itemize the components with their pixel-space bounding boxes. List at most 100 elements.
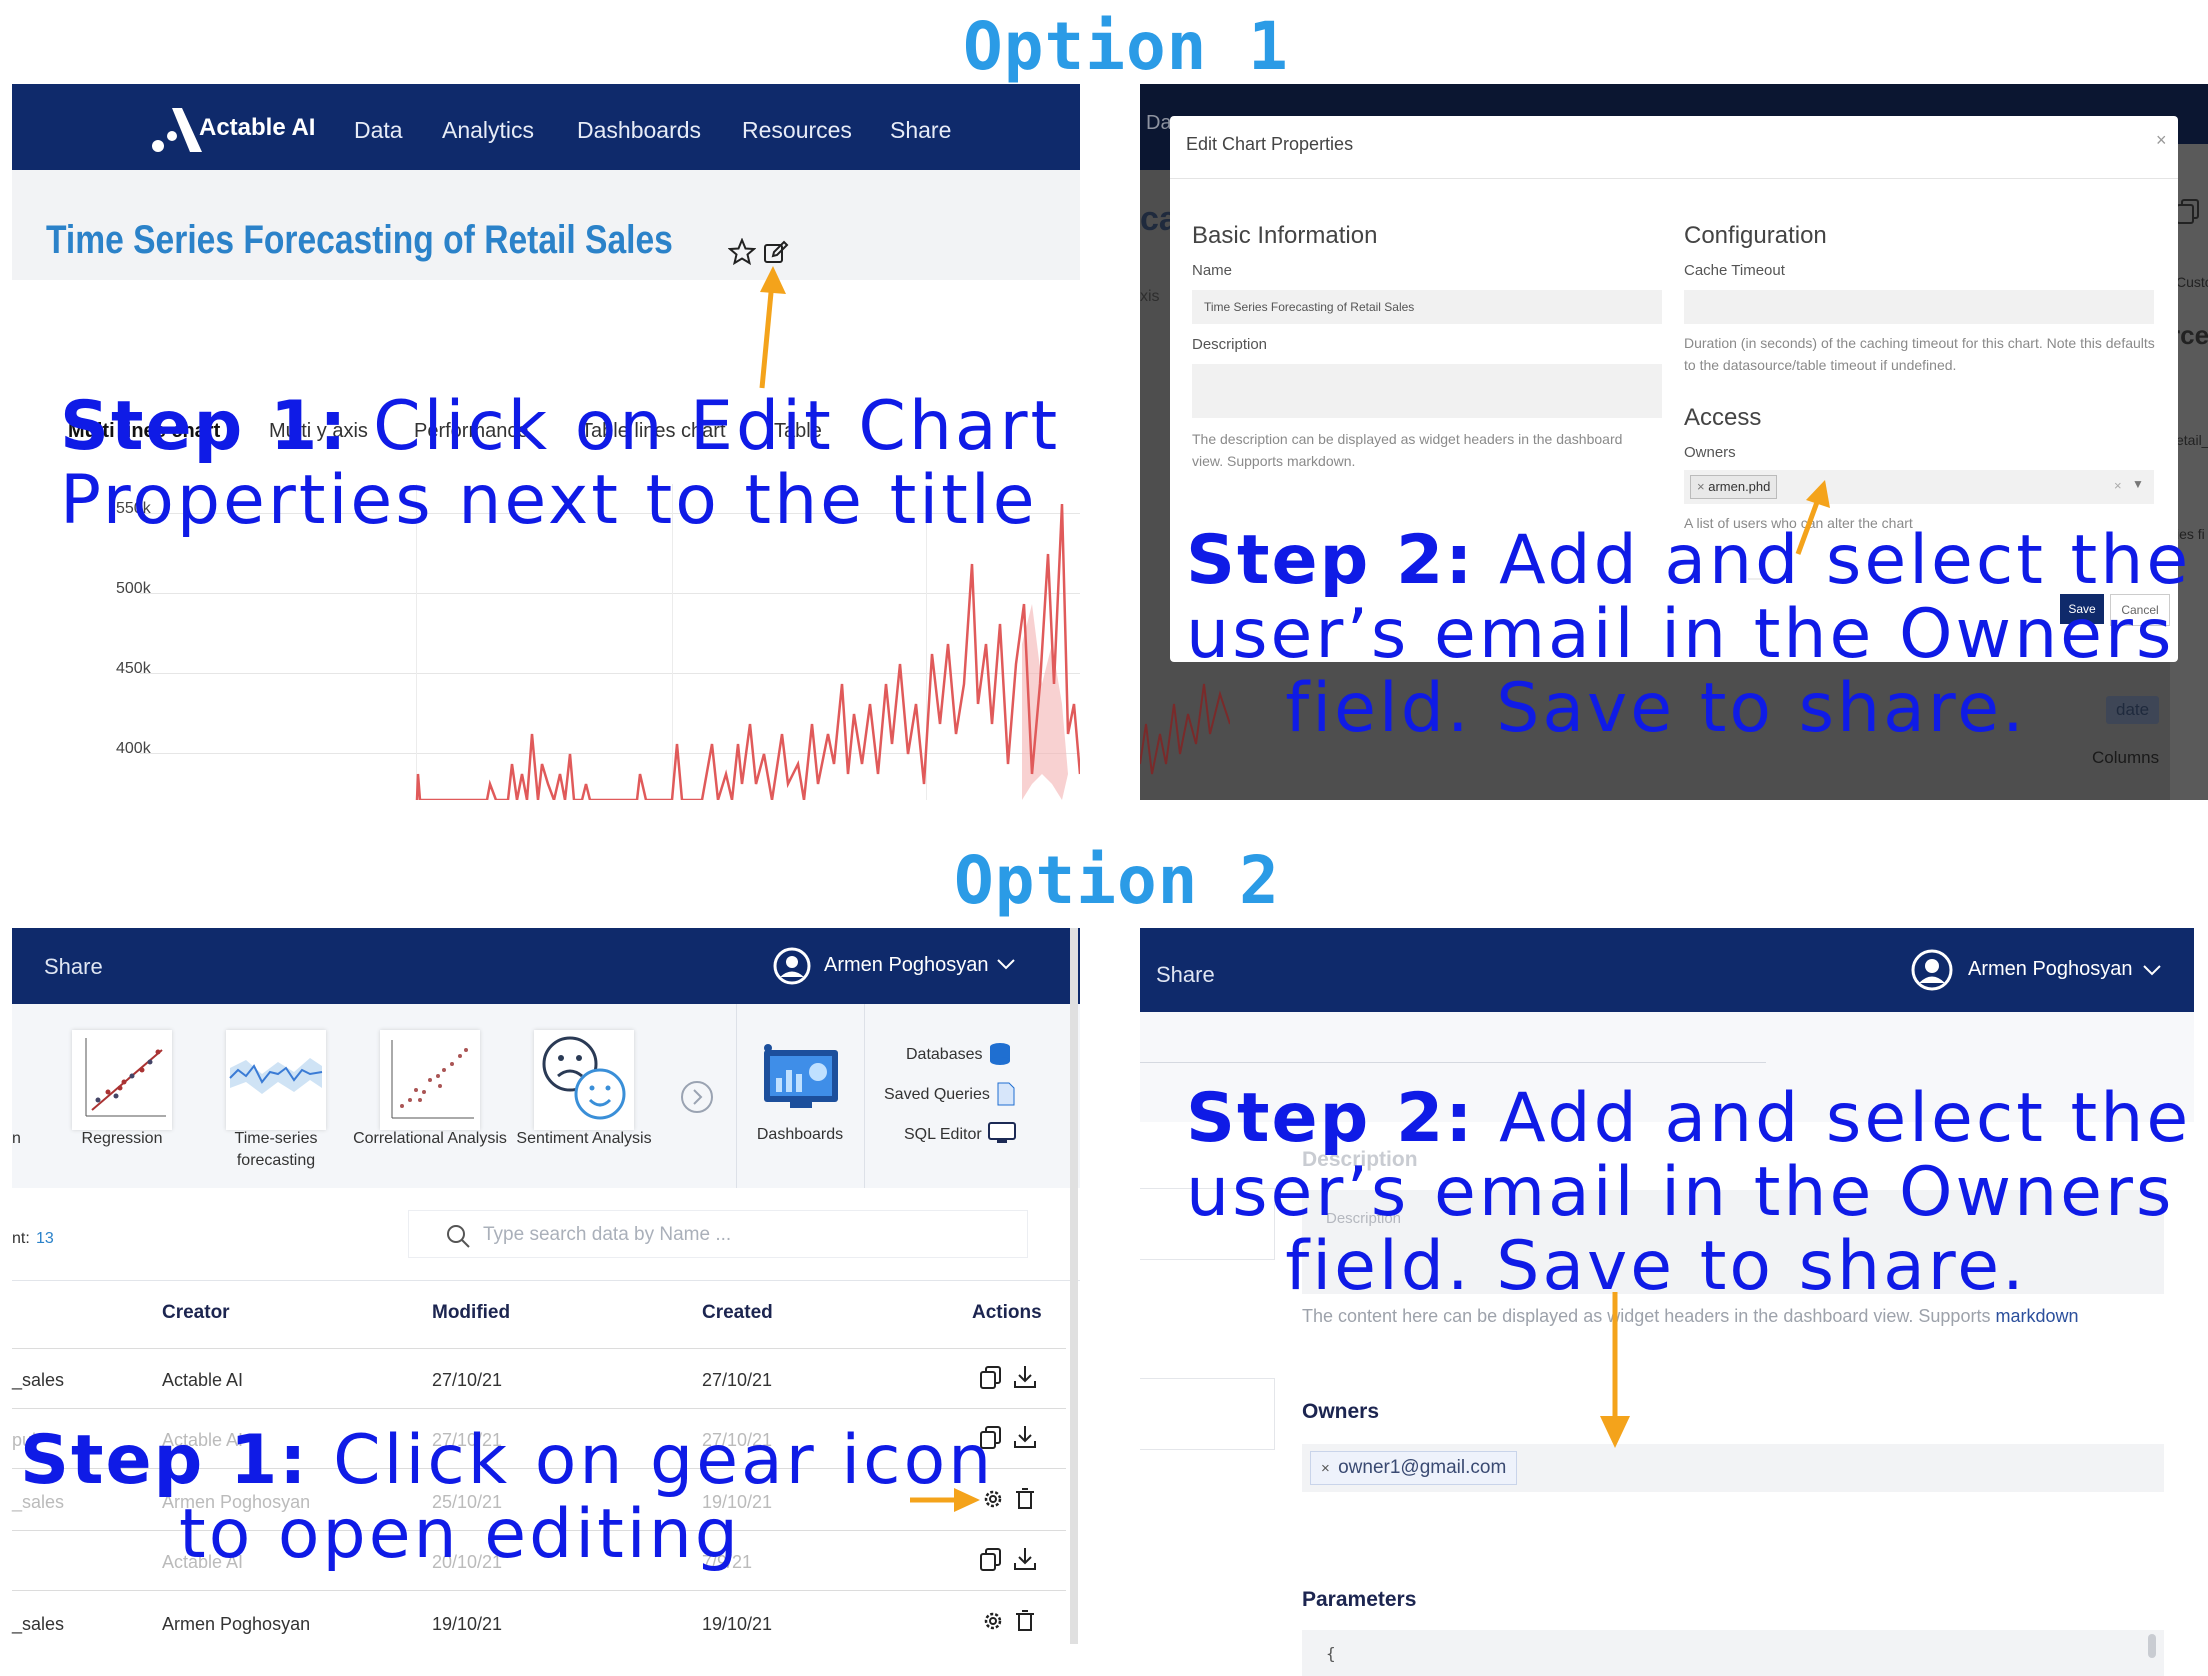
time-series-label[interactable]: Time-series forecasting xyxy=(196,1128,356,1172)
correlational-label[interactable]: Correlational Analysis xyxy=(350,1128,510,1150)
row-divider xyxy=(12,1408,1066,1409)
description-help: The description can be displayed as widg… xyxy=(1192,431,1623,469)
cache-timeout-input[interactable] xyxy=(1684,290,2154,324)
step1-label: Step 1: xyxy=(60,387,349,466)
row1-modified: 27/10/21 xyxy=(432,1370,503,1390)
trash-icon[interactable] xyxy=(1012,1486,1038,1512)
row1-created: 27/10/21 xyxy=(702,1370,773,1390)
divider xyxy=(736,1004,737,1188)
description-help: The content here can be displayed as wid… xyxy=(1302,1306,2079,1327)
gear-icon[interactable] xyxy=(980,1608,1006,1634)
modal-title: Edit Chart Properties xyxy=(1186,134,1354,154)
tab-underline xyxy=(1140,1062,1766,1063)
row5-created: 19/10/21 xyxy=(702,1614,773,1634)
download-icon[interactable] xyxy=(1012,1424,1038,1450)
databases-link[interactable]: Databases xyxy=(906,1046,983,1064)
owner-tag-value: owner1@gmail.com xyxy=(1338,1457,1507,1478)
saved-query-file-icon[interactable] xyxy=(996,1082,1016,1106)
chevron-down-icon[interactable] xyxy=(996,958,1016,972)
row5-name[interactable]: _sales xyxy=(12,1614,64,1635)
copy-icon[interactable] xyxy=(978,1364,1004,1390)
user-name[interactable]: Armen Poghosyan xyxy=(1968,958,2133,981)
share-nav-label[interactable]: Share xyxy=(44,954,103,980)
owner-tag[interactable]: × owner1@gmail.com xyxy=(1310,1451,1518,1485)
user-avatar-icon[interactable] xyxy=(772,946,812,986)
next-arrow-icon[interactable] xyxy=(680,1080,714,1114)
owners-select[interactable]: × owner1@gmail.com xyxy=(1302,1444,2164,1492)
col-created[interactable]: Created xyxy=(702,1302,773,1324)
scrollbar[interactable] xyxy=(1070,928,1078,1644)
owners-dropdown-icon[interactable]: ▼ xyxy=(2132,477,2144,491)
opt2-step2-text-1: Add and select the xyxy=(1474,1079,2192,1158)
dashboards-label[interactable]: Dashboards xyxy=(740,1126,860,1144)
owners-select[interactable]: × armen.phd × ▼ xyxy=(1684,470,2154,504)
step1-line2: Properties next to the title xyxy=(60,461,1038,540)
chevron-down-icon[interactable] xyxy=(2142,964,2162,978)
col-actions: Actions xyxy=(972,1302,1042,1323)
share-navbar: Share Armen Poghosyan xyxy=(12,928,1080,1004)
sentiment-label[interactable]: Sentiment Analysis xyxy=(504,1128,664,1150)
parameters-editor[interactable]: { xyxy=(1302,1630,2164,1676)
regression-card[interactable] xyxy=(72,1030,172,1130)
opt2-step2-label: Step 2: xyxy=(1186,1079,1475,1158)
correlation-plot-icon xyxy=(391,1040,474,1119)
copy-icon xyxy=(2176,199,2199,224)
owner-tag-remove-icon[interactable]: × xyxy=(1321,1460,1338,1477)
owner-tag-value: armen.phd xyxy=(1708,479,1771,494)
configuration-heading: Configuration xyxy=(1684,222,1827,249)
col-modified[interactable]: Modified xyxy=(432,1302,510,1324)
access-heading: Access xyxy=(1684,404,1762,431)
modal-close-icon[interactable]: × xyxy=(2156,130,2167,151)
search-icon[interactable] xyxy=(445,1223,471,1249)
regression-label[interactable]: Regression xyxy=(42,1128,202,1150)
owner-tag[interactable]: × armen.phd xyxy=(1690,475,1778,499)
row5-creator: Armen Poghosyan xyxy=(162,1614,311,1634)
markdown-link[interactable]: markdown xyxy=(1995,1306,2078,1326)
sql-editor-link[interactable]: SQL Editor xyxy=(904,1126,982,1144)
share-navbar: Share Armen Poghosyan xyxy=(1140,928,2194,1012)
database-icon[interactable] xyxy=(988,1042,1012,1068)
row-divider xyxy=(12,1590,1066,1591)
opt2-step1-line2: to open editing xyxy=(179,1495,741,1574)
user-avatar-icon[interactable] xyxy=(1910,948,1954,992)
row1-name[interactable]: _sales xyxy=(12,1370,64,1391)
step2-line1: Step 2: Add and select the xyxy=(1186,521,2188,600)
download-icon[interactable] xyxy=(1012,1546,1038,1572)
bg-columns-label: Columns xyxy=(2092,748,2160,767)
step1-line1: Step 1: Click on Edit Chart xyxy=(60,387,1057,466)
step2-line2: user’s email in the Owners xyxy=(1186,595,2175,674)
owner-tag-remove-icon[interactable]: × xyxy=(1697,479,1708,494)
download-icon[interactable] xyxy=(1012,1364,1038,1390)
step2-label: Step 2: xyxy=(1186,521,1475,600)
description-textarea[interactable] xyxy=(1192,364,1662,418)
search-placeholder: Type search data by Name ... xyxy=(483,1224,732,1245)
option2-title: Option 2 xyxy=(954,842,1280,919)
saved-queries-link[interactable]: Saved Queries xyxy=(884,1086,990,1104)
col-creator[interactable]: Creator xyxy=(162,1302,230,1324)
opt2-step2-line1: Step 2: Add and select the xyxy=(1186,1079,2188,1158)
search-box[interactable]: Type search data by Name ... xyxy=(408,1210,1028,1258)
scatter-plot-icon xyxy=(85,1038,166,1117)
description-label: Description xyxy=(1192,336,1268,353)
sentiment-card[interactable] xyxy=(534,1030,634,1130)
bg-right-fragment-3: etail_ xyxy=(2176,432,2208,448)
side-field xyxy=(1140,1378,1275,1450)
parameters-heading: Parameters xyxy=(1302,1588,1417,1611)
name-input[interactable]: Time Series Forecasting of Retail Sales xyxy=(1192,290,1662,324)
editor-scrollbar[interactable] xyxy=(2148,1634,2156,1658)
sql-editor-icon[interactable] xyxy=(988,1122,1016,1144)
row5-modified: 19/10/21 xyxy=(432,1614,503,1634)
owners-clear-icon[interactable]: × xyxy=(2114,478,2122,493)
divider xyxy=(864,1004,865,1188)
correlational-card[interactable] xyxy=(380,1030,480,1130)
time-series-card[interactable] xyxy=(226,1030,326,1130)
user-name[interactable]: Armen Poghosyan xyxy=(824,954,989,977)
dashboards-icon[interactable] xyxy=(760,1042,844,1114)
opt2-step1-label: Step 1: xyxy=(20,1421,309,1500)
name-label: Name xyxy=(1192,262,1233,279)
copy-icon[interactable] xyxy=(978,1546,1004,1572)
bg-right-fragment-1: Custo xyxy=(2176,274,2208,290)
share-nav-label[interactable]: Share xyxy=(1156,962,1215,988)
trash-icon[interactable] xyxy=(1012,1608,1038,1634)
owners-heading: Owners xyxy=(1302,1400,1380,1423)
